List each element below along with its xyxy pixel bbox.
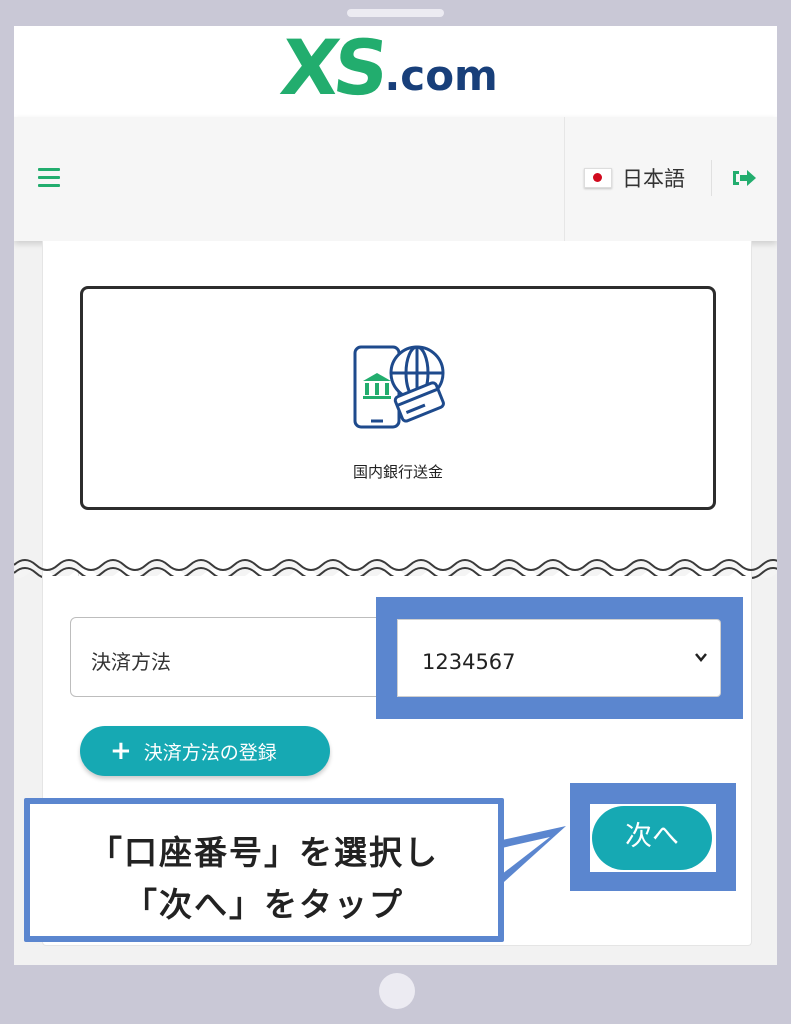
payment-method-label: 決済方法 (91, 650, 171, 674)
sign-out-icon[interactable] (731, 166, 757, 190)
chevron-down-icon (695, 653, 707, 662)
next-button[interactable]: 次へ (590, 804, 716, 872)
payment-method-label-box: 決済方法 (70, 617, 392, 697)
japan-flag-icon (584, 168, 612, 188)
callout-line-1: 「口座番号」を選択し (89, 833, 439, 872)
method-card-label: 国内銀行送金 (352, 463, 443, 481)
language-label: 日本語 (622, 167, 685, 191)
register-payment-method-label: 決済方法の登録 (143, 741, 277, 764)
language-selector[interactable]: 日本語 (584, 163, 685, 193)
next-button-label: 次へ (592, 806, 712, 870)
logo-suffix: .com (384, 51, 498, 100)
tablet-speaker (347, 9, 444, 17)
payment-method-select[interactable]: 1234567 (397, 619, 721, 697)
top-navbar: 日本語 (14, 117, 777, 241)
tablet-home-button[interactable] (379, 973, 415, 1009)
logo-main: XS (276, 26, 388, 112)
domestic-bank-transfer-option[interactable]: 国内銀行送金 (80, 286, 716, 510)
bank-transfer-icon (353, 345, 445, 429)
hamburger-icon[interactable] (38, 168, 60, 188)
selected-account-number: 1234567 (422, 650, 516, 674)
tablet-frame: XS .com 日本語 国内銀行送金 決済方法 1234567 + 決済方法の登… (0, 0, 791, 1024)
plus-icon: + (110, 736, 132, 766)
nav-divider (564, 117, 565, 241)
logo-bar: XS .com (14, 26, 777, 117)
app-screen: XS .com 日本語 国内銀行送金 決済方法 1234567 + 決済方法の登… (14, 26, 777, 965)
xs-logo[interactable]: XS .com (276, 26, 498, 112)
register-payment-method-button[interactable]: + 決済方法の登録 (80, 726, 330, 776)
instruction-callout: 「口座番号」を選択し 「次へ」をタップ (24, 798, 504, 942)
callout-line-2: 「次へ」をタップ (124, 885, 404, 924)
callout-body: 「口座番号」を選択し 「次へ」をタップ (30, 804, 498, 936)
nav-divider (711, 160, 712, 196)
